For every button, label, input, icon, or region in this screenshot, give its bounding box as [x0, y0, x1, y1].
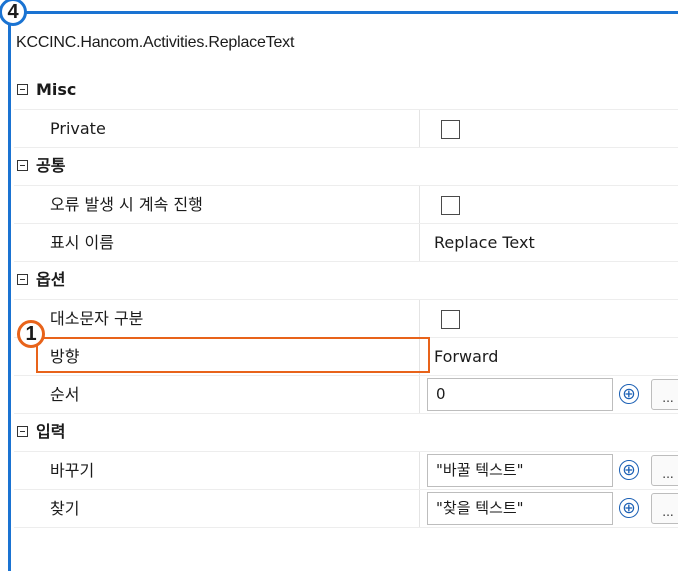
category-misc[interactable]: Misc [14, 72, 678, 110]
category-common[interactable]: 공통 [14, 148, 678, 186]
column-divider [419, 186, 420, 223]
add-icon[interactable]: ⊕ [619, 460, 639, 480]
column-divider [419, 300, 420, 337]
category-label: Misc [36, 80, 77, 99]
category-label: 옵션 [36, 270, 66, 289]
highlight-box [36, 337, 430, 373]
add-icon[interactable]: ⊕ [619, 498, 639, 518]
collapse-icon[interactable] [17, 274, 28, 285]
display-name-value[interactable]: Replace Text [434, 224, 535, 261]
column-divider [419, 110, 420, 147]
property-row-continue-on-error: 오류 발생 시 계속 진행 [14, 186, 678, 224]
direction-value[interactable]: Forward [434, 338, 498, 375]
activity-title: KCCINC.Hancom.Activities.ReplaceText [16, 34, 295, 51]
property-name: Private [50, 119, 106, 138]
more-button[interactable]: ... [651, 379, 678, 410]
property-name: 대소문자 구분 [50, 309, 144, 328]
find-input-text: "찾을 텍스트" [436, 499, 524, 517]
more-button[interactable]: ... [651, 493, 678, 524]
column-divider [419, 224, 420, 261]
column-divider [419, 452, 420, 489]
column-divider [419, 376, 420, 413]
property-name: 찾기 [50, 499, 80, 518]
replace-input[interactable]: "바꿀 텍스트" [427, 454, 613, 487]
property-name: 순서 [50, 385, 80, 404]
find-input[interactable]: "찾을 텍스트" [427, 492, 613, 525]
order-input[interactable]: 0 [427, 378, 613, 411]
column-divider [419, 490, 420, 527]
case-sensitive-checkbox[interactable] [441, 310, 460, 329]
property-name: 오류 발생 시 계속 진행 [50, 195, 203, 214]
property-grid: Misc Private 공통 오류 발생 시 계속 진행 표시 이름 Repl… [14, 72, 678, 528]
category-input[interactable]: 입력 [14, 414, 678, 452]
property-row-private: Private [14, 110, 678, 148]
property-row-display-name: 표시 이름 Replace Text [14, 224, 678, 262]
add-icon[interactable]: ⊕ [619, 384, 639, 404]
property-row-order: 순서 0 ⊕ ... [14, 376, 678, 414]
callout-badge-1: 1 [17, 320, 45, 348]
collapse-icon[interactable] [17, 84, 28, 95]
category-label: 입력 [36, 422, 66, 441]
more-button[interactable]: ... [651, 455, 678, 486]
property-row-replace: 바꾸기 "바꿀 텍스트" ⊕ ... [14, 452, 678, 490]
category-label: 공통 [36, 156, 66, 175]
property-row-case-sensitive: 대소문자 구분 [14, 300, 678, 338]
continue-on-error-checkbox[interactable] [441, 196, 460, 215]
private-checkbox[interactable] [441, 120, 460, 139]
collapse-icon[interactable] [17, 426, 28, 437]
property-name: 표시 이름 [50, 233, 114, 252]
replace-input-text: "바꿀 텍스트" [436, 461, 524, 479]
category-options[interactable]: 옵션 [14, 262, 678, 300]
collapse-icon[interactable] [17, 160, 28, 171]
property-row-find: 찾기 "찾을 텍스트" ⊕ ... [14, 490, 678, 528]
property-name: 바꾸기 [50, 461, 95, 480]
order-input-text: 0 [436, 385, 446, 403]
